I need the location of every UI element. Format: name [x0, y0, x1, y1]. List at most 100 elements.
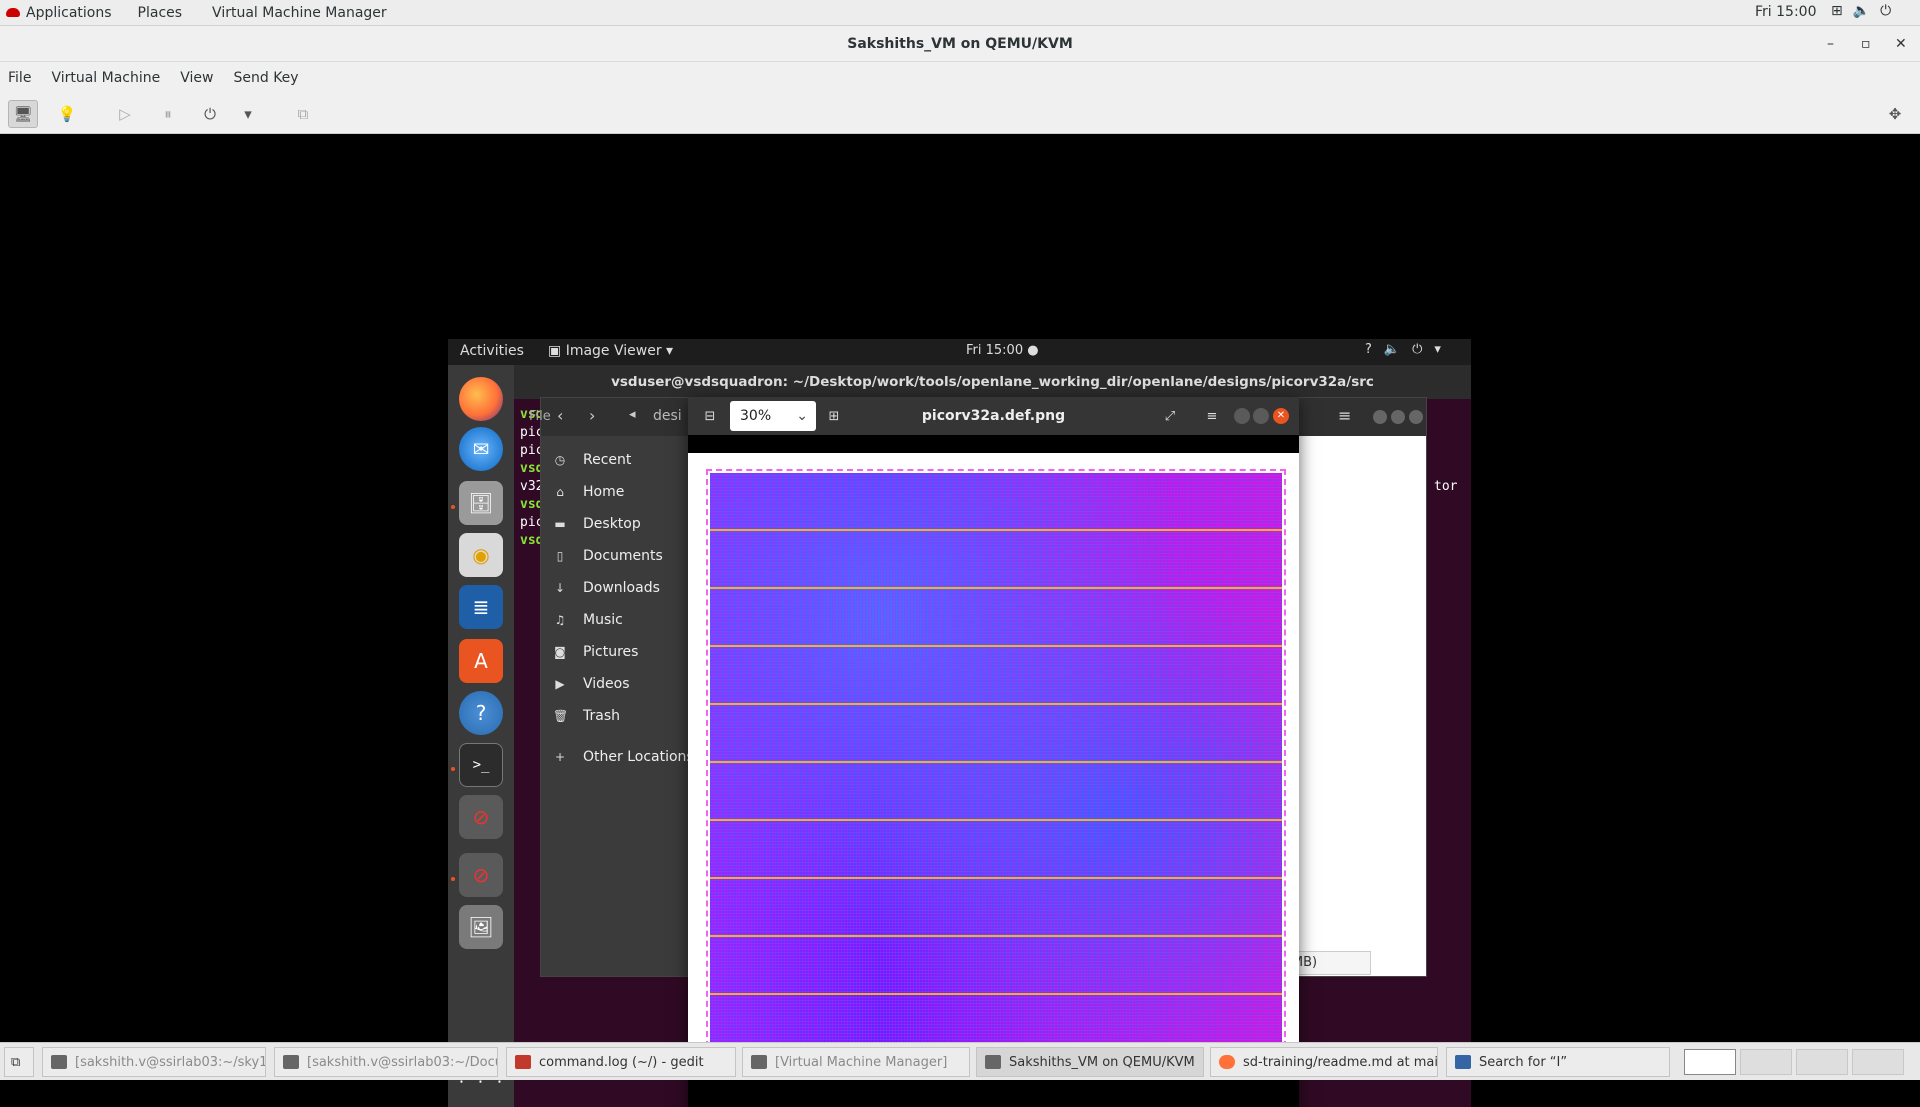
download-icon: ↓ [554, 581, 566, 595]
sidebar-item-label: Desktop [583, 516, 641, 532]
terminal-icon[interactable]: >_ [459, 743, 503, 787]
host-tray[interactable]: ⊞ 🔈 ⏻ [1831, 3, 1891, 19]
terminal-title: vsduser@vsdsquadron: ~/Desktop/work/tool… [611, 374, 1374, 390]
zoom-select[interactable]: 30% ⌄ [730, 401, 816, 431]
workspace-3[interactable] [1796, 1049, 1848, 1075]
maximize-icon[interactable] [1391, 410, 1405, 424]
files-icon[interactable]: 🗄 [459, 481, 503, 525]
sidebar-item-label: Other Locations [583, 749, 694, 765]
fullscreen-button[interactable]: ✥ [1880, 100, 1910, 128]
menu-send-key[interactable]: Send Key [233, 70, 298, 86]
shutdown-button[interactable]: ⏻ [195, 100, 225, 128]
software-center-icon[interactable]: A [459, 639, 503, 683]
guest-clock[interactable]: Fri 15:00 ● [966, 343, 1039, 358]
workspace-4[interactable] [1852, 1049, 1904, 1075]
power-icon[interactable]: ⏻ [1880, 3, 1891, 19]
sidebar-item-videos[interactable]: ▶ Videos [553, 676, 629, 692]
firefox-icon[interactable] [459, 377, 503, 421]
menu-view[interactable]: View [180, 70, 213, 86]
path-left-icon[interactable]: ◂ [629, 407, 636, 422]
trash-icon: 🗑 [553, 709, 569, 723]
maximize-icon[interactable]: ▫ [1861, 26, 1871, 62]
menu-file[interactable]: File [8, 70, 31, 86]
host-clock[interactable]: Fri 15:00 [1755, 4, 1816, 20]
rhythmbox-icon[interactable]: ◉ [459, 533, 503, 577]
task-terminal-1[interactable]: [sakshith.v@ssirlab03:~/sky13... [42, 1047, 266, 1077]
menu-virtual-machine[interactable]: Virtual Machine [51, 70, 160, 86]
sidebar-item-other-locations[interactable]: + Other Locations [553, 749, 694, 765]
maximize-icon[interactable] [1253, 408, 1269, 424]
guest-tray[interactable]: ? 🔈 ⏻ ▾ [1365, 342, 1441, 357]
image-viewer-window[interactable]: ⊟ 30% ⌄ ⊞ picorv32a.def.png ⤢ ≡ ✕ [688, 397, 1299, 1107]
show-desktop-button[interactable]: ⧉ [4, 1047, 34, 1077]
workspace-2[interactable] [1740, 1049, 1792, 1075]
sidebar-item-desktop[interactable]: ▬ Desktop [553, 516, 641, 532]
minimize-icon[interactable] [1373, 410, 1387, 424]
task-terminal-2[interactable]: [sakshith.v@ssirlab03:~/Docu... [274, 1047, 498, 1077]
sidebar-item-home[interactable]: ⌂ Home [553, 484, 624, 500]
task-vmm[interactable]: [Virtual Machine Manager] [742, 1047, 970, 1077]
layout-image-routing [710, 473, 1282, 1043]
writer-icon[interactable]: ≣ [459, 585, 503, 629]
pause-button[interactable]: ⏸ [153, 100, 183, 128]
forward-icon[interactable]: › [589, 406, 595, 425]
snapshots-button[interactable]: ⧉ [288, 100, 318, 128]
fullscreen-button[interactable]: ⤢ [1160, 406, 1180, 426]
running-indicator [451, 767, 455, 771]
vm-window-titlebar: Sakshiths_VM on QEMU/KVM – ▫ ✕ [0, 26, 1920, 62]
help-icon[interactable]: ? [459, 691, 503, 735]
details-view-button[interactable]: 💡 [52, 100, 82, 128]
sidebar-item-trash[interactable]: 🗑 Trash [553, 708, 620, 724]
host-taskbar: ⧉ [sakshith.v@ssirlab03:~/sky13... [saks… [0, 1042, 1920, 1080]
guest-desktop[interactable]: Activities ▣ Image Viewer ▾ Fri 15:00 ● … [448, 339, 1471, 1107]
power-icon: ⏻ [1412, 342, 1423, 357]
sidebar-item-pictures[interactable]: ◙ Pictures [553, 644, 638, 660]
task-search[interactable]: Search for “I” [1446, 1047, 1670, 1077]
zoom-out-button[interactable]: ⊟ [700, 406, 720, 426]
console-view-button[interactable]: 🖥 [8, 100, 38, 128]
back-icon[interactable]: ‹ [557, 406, 563, 425]
image-viewer-dock-icon[interactable]: 🖼 [459, 905, 503, 949]
path-segment[interactable]: desi [653, 408, 682, 424]
image-viewer-app-menu[interactable]: ▣ Image Viewer ▾ [548, 343, 673, 359]
files-menu-icon[interactable]: ≡ [1338, 406, 1351, 425]
task-vm-console[interactable]: Sakshiths_VM on QEMU/KVM [976, 1047, 1204, 1077]
clock-icon: ◷ [554, 453, 566, 467]
places-menu[interactable]: Places [138, 5, 183, 21]
sidebar-item-documents[interactable]: ▯ Documents [553, 548, 663, 564]
image-viewer-menu-label: Image Viewer [565, 343, 662, 359]
activities-button[interactable]: Activities [460, 343, 524, 359]
zoom-in-button[interactable]: ⊞ [824, 406, 844, 426]
terminal-titlebar: vsduser@vsdsquadron: ~/Desktop/work/tool… [514, 365, 1471, 399]
sidebar-item-downloads[interactable]: ↓ Downloads [553, 580, 660, 596]
shutdown-menu-button[interactable]: ▾ [233, 100, 263, 128]
viewer-menu-button[interactable]: ≡ [1202, 406, 1222, 426]
close-icon[interactable] [1409, 410, 1423, 424]
thunderbird-icon[interactable]: ✉ [459, 427, 503, 471]
host-top-bar: Applications Places Virtual Machine Mana… [0, 0, 1920, 26]
unknown-app-icon[interactable]: ⊘ [459, 795, 503, 839]
image-viewer-icon: ▣ [548, 343, 562, 359]
run-button[interactable]: ▷ [110, 100, 140, 128]
unknown-app-icon[interactable]: ⊘ [459, 853, 503, 897]
task-gedit[interactable]: command.log (~/) - gedit [506, 1047, 736, 1077]
close-icon[interactable]: ✕ [1895, 26, 1907, 62]
sidebar-item-recent[interactable]: ◷ Recent [553, 452, 632, 468]
guest-clock-text: Fri 15:00 [966, 343, 1024, 358]
minimize-icon[interactable] [1234, 408, 1250, 424]
sidebar-item-music[interactable]: ♫ Music [553, 612, 623, 628]
vmm-menu[interactable]: Virtual Machine Manager [212, 5, 387, 21]
volume-icon[interactable]: 🔈 [1853, 3, 1870, 19]
sidebar-item-label: Trash [583, 708, 620, 724]
task-firefox[interactable]: sd-training/readme.md at main... [1210, 1047, 1438, 1077]
applications-menu[interactable]: Applications [0, 5, 112, 21]
task-label: sd-training/readme.md at main... [1243, 1054, 1438, 1070]
close-icon[interactable]: ✕ [1273, 408, 1289, 424]
image-canvas[interactable] [688, 435, 1299, 1107]
sidebar-item-label: Pictures [583, 644, 639, 660]
vm-display[interactable]: Activities ▣ Image Viewer ▾ Fri 15:00 ● … [0, 135, 1920, 1107]
workspace-1[interactable] [1684, 1049, 1736, 1075]
network-icon[interactable]: ⊞ [1831, 3, 1843, 19]
minimize-icon[interactable]: – [1827, 26, 1834, 62]
running-indicator [451, 877, 455, 881]
